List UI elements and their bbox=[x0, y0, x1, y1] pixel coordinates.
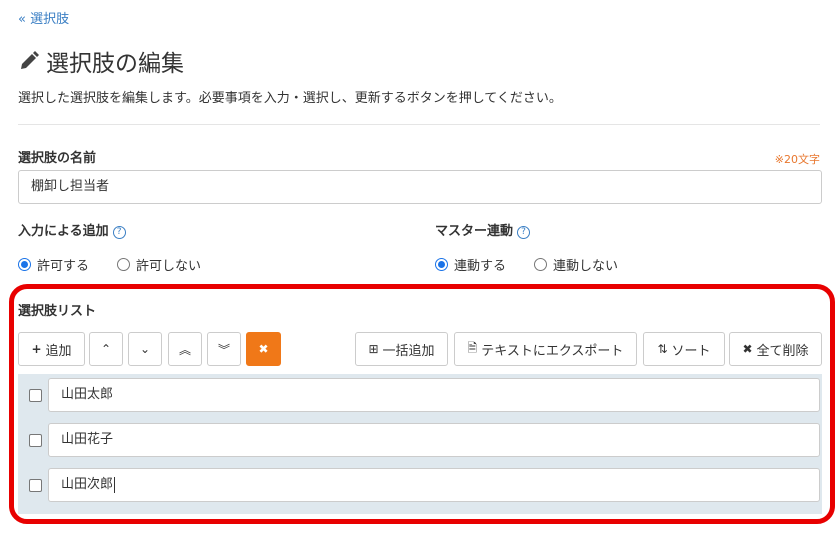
radio-label: 許可しない bbox=[136, 259, 202, 274]
input-add-label-text: 入力による追加 bbox=[18, 224, 109, 239]
item-checkbox[interactable] bbox=[29, 388, 42, 402]
choice-name-input[interactable]: 棚卸し担当者 bbox=[18, 170, 822, 204]
choice-list-toolbar: + 追加 ⌃ ⌄ ︽ ︾ ✖ ⊞ 一括追加 🗎 テキストにエクスポート ⇅ ソー… bbox=[18, 332, 822, 366]
radio-disallow[interactable]: 許可しない bbox=[117, 255, 201, 274]
list-item: 山田花子 bbox=[18, 419, 822, 461]
double-chevron-down-icon: ︾ bbox=[217, 342, 230, 357]
page-title-text: 選択肢の編集 bbox=[46, 51, 184, 77]
name-field-label: 選択肢の名前 bbox=[18, 151, 97, 166]
chevron-down-icon: ⌄ bbox=[139, 342, 151, 356]
item-checkbox[interactable] bbox=[29, 478, 42, 492]
sort-label: ソート bbox=[671, 343, 711, 359]
list-item: 山田次郎 bbox=[18, 464, 822, 506]
choice-list-label: 選択肢リスト bbox=[18, 304, 97, 319]
export-text-label: テキストにエクスポート bbox=[481, 343, 624, 359]
add-button-label: 追加 bbox=[45, 343, 72, 359]
pencil-icon bbox=[18, 50, 40, 72]
help-icon[interactable]: ? bbox=[112, 226, 126, 239]
close-icon: ✖ bbox=[742, 342, 753, 356]
item-checkbox[interactable] bbox=[29, 433, 42, 447]
back-link[interactable]: « 選択肢 bbox=[18, 8, 69, 27]
delete-selected-button[interactable]: ✖ bbox=[246, 332, 281, 366]
item-input[interactable]: 山田花子 bbox=[48, 423, 820, 457]
plus-icon: + bbox=[31, 342, 42, 356]
plus-square-icon: ⊞ bbox=[368, 342, 379, 356]
export-text-button[interactable]: 🗎 テキストにエクスポート bbox=[454, 332, 637, 366]
radio-link[interactable]: 連動する bbox=[435, 255, 506, 274]
move-top-button[interactable]: ︽ bbox=[168, 332, 202, 366]
radio-label: 連動しない bbox=[553, 259, 619, 274]
item-input-text: 山田次郎 bbox=[61, 477, 114, 492]
radio-button[interactable] bbox=[435, 258, 448, 271]
input-add-label: 入力による追加? bbox=[18, 220, 126, 239]
chevron-up-icon: ⌃ bbox=[100, 342, 112, 356]
double-chevron-up-icon: ︽ bbox=[178, 342, 191, 357]
move-bottom-button[interactable]: ︾ bbox=[207, 332, 241, 366]
bulk-add-button[interactable]: ⊞ 一括追加 bbox=[355, 332, 448, 366]
text-caret bbox=[114, 476, 116, 493]
radio-button[interactable] bbox=[117, 258, 131, 271]
move-down-button[interactable]: ⌄ bbox=[128, 332, 162, 366]
item-input[interactable]: 山田次郎 bbox=[48, 468, 820, 502]
char-limit-note: ※20文字 bbox=[774, 153, 820, 166]
document-icon: 🗎 bbox=[467, 340, 478, 355]
bulk-add-label: 一括追加 bbox=[382, 343, 435, 359]
help-icon[interactable]: ? bbox=[517, 226, 531, 239]
sort-button[interactable]: ⇅ ソート bbox=[643, 332, 725, 366]
radio-allow[interactable]: 許可する bbox=[18, 255, 89, 274]
radio-label: 許可する bbox=[37, 259, 90, 274]
add-button[interactable]: + 追加 bbox=[18, 332, 85, 366]
master-link-radio-group: 連動する 連動しない bbox=[435, 255, 618, 274]
page-title: 選択肢の編集 bbox=[18, 44, 184, 78]
delete-all-button[interactable]: ✖ 全て削除 bbox=[729, 332, 822, 366]
divider bbox=[18, 124, 820, 125]
master-link-label-text: マスター連動 bbox=[435, 224, 514, 239]
radio-no-link[interactable]: 連動しない bbox=[534, 255, 618, 274]
page-description: 選択した選択肢を編集します。必要事項を入力・選択し、更新するボタンを押してくださ… bbox=[18, 91, 562, 106]
input-add-radio-group: 許可する 許可しない bbox=[18, 255, 201, 274]
radio-button[interactable] bbox=[534, 258, 548, 271]
radio-label: 連動する bbox=[454, 259, 507, 274]
close-icon: ✖ bbox=[258, 342, 269, 356]
master-link-label: マスター連動? bbox=[435, 220, 531, 239]
move-up-button[interactable]: ⌃ bbox=[89, 332, 123, 366]
sort-icon: ⇅ bbox=[657, 342, 668, 356]
item-input[interactable]: 山田太郎 bbox=[48, 378, 820, 412]
delete-all-label: 全て削除 bbox=[756, 343, 809, 359]
list-item: 山田太郎 bbox=[18, 374, 822, 416]
choice-list: 山田太郎 山田花子 山田次郎 bbox=[18, 374, 822, 514]
radio-button[interactable] bbox=[18, 258, 31, 271]
